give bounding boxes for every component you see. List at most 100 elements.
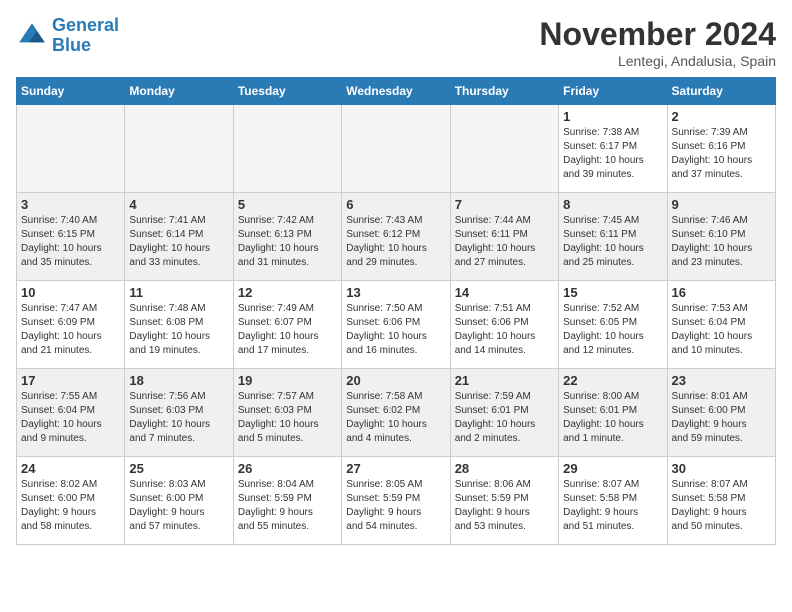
- day-info: Sunrise: 7:40 AM Sunset: 6:15 PM Dayligh…: [21, 214, 120, 270]
- day-info: Sunrise: 7:47 AM Sunset: 6:09 PM Dayligh…: [21, 302, 120, 358]
- logo-line1: General: [52, 15, 119, 35]
- day-info: Sunrise: 7:56 AM Sunset: 6:03 PM Dayligh…: [129, 390, 228, 446]
- header-cell-saturday: Saturday: [667, 78, 775, 105]
- day-number: 19: [238, 373, 337, 388]
- day-cell: [342, 105, 450, 193]
- day-number: 14: [455, 285, 554, 300]
- header-cell-friday: Friday: [559, 78, 667, 105]
- day-number: 17: [21, 373, 120, 388]
- header: General Blue November 2024 Lentegi, Anda…: [16, 16, 776, 69]
- day-number: 30: [672, 461, 771, 476]
- day-number: 11: [129, 285, 228, 300]
- header-cell-thursday: Thursday: [450, 78, 558, 105]
- day-cell: 21 Sunrise: 7:59 AM Sunset: 6:01 PM Dayli…: [450, 369, 558, 457]
- day-number: 12: [238, 285, 337, 300]
- day-info: Sunrise: 7:57 AM Sunset: 6:03 PM Dayligh…: [238, 390, 337, 446]
- day-number: 15: [563, 285, 662, 300]
- day-number: 10: [21, 285, 120, 300]
- day-number: 23: [672, 373, 771, 388]
- day-cell: 30 Sunrise: 8:07 AM Sunset: 5:58 PM Dayli…: [667, 457, 775, 545]
- day-cell: 28 Sunrise: 8:06 AM Sunset: 5:59 PM Dayli…: [450, 457, 558, 545]
- logo-text: General Blue: [52, 16, 119, 56]
- day-number: 26: [238, 461, 337, 476]
- logo-line2: Blue: [52, 35, 91, 55]
- day-cell: 18 Sunrise: 7:56 AM Sunset: 6:03 PM Dayli…: [125, 369, 233, 457]
- week-row-2: 3 Sunrise: 7:40 AM Sunset: 6:15 PM Daylig…: [17, 193, 776, 281]
- day-number: 20: [346, 373, 445, 388]
- day-cell: 3 Sunrise: 7:40 AM Sunset: 6:15 PM Daylig…: [17, 193, 125, 281]
- location: Lentegi, Andalusia, Spain: [539, 53, 776, 69]
- header-cell-monday: Monday: [125, 78, 233, 105]
- day-cell: 2Sunrise: 7:39 AM Sunset: 6:16 PM Daylig…: [667, 105, 775, 193]
- day-cell: 24Sunrise: 8:02 AM Sunset: 6:00 PM Dayli…: [17, 457, 125, 545]
- day-info: Sunrise: 8:03 AM Sunset: 6:00 PM Dayligh…: [129, 478, 228, 534]
- day-info: Sunrise: 7:41 AM Sunset: 6:14 PM Dayligh…: [129, 214, 228, 270]
- day-cell: 25 Sunrise: 8:03 AM Sunset: 6:00 PM Dayli…: [125, 457, 233, 545]
- day-info: Sunrise: 7:55 AM Sunset: 6:04 PM Dayligh…: [21, 390, 120, 446]
- day-info: Sunrise: 8:05 AM Sunset: 5:59 PM Dayligh…: [346, 478, 445, 534]
- day-cell: [450, 105, 558, 193]
- day-cell: 11 Sunrise: 7:48 AM Sunset: 6:08 PM Dayli…: [125, 281, 233, 369]
- day-number: 6: [346, 197, 445, 212]
- day-cell: 12Sunrise: 7:49 AM Sunset: 6:07 PM Dayli…: [233, 281, 341, 369]
- day-info: Sunrise: 7:45 AM Sunset: 6:11 PM Dayligh…: [563, 214, 662, 270]
- day-info: Sunrise: 7:43 AM Sunset: 6:12 PM Dayligh…: [346, 214, 445, 270]
- header-cell-wednesday: Wednesday: [342, 78, 450, 105]
- day-cell: 20Sunrise: 7:58 AM Sunset: 6:02 PM Dayli…: [342, 369, 450, 457]
- day-info: Sunrise: 8:07 AM Sunset: 5:58 PM Dayligh…: [563, 478, 662, 534]
- day-cell: 23 Sunrise: 8:01 AM Sunset: 6:00 PM Dayli…: [667, 369, 775, 457]
- day-number: 7: [455, 197, 554, 212]
- day-cell: 9Sunrise: 7:46 AM Sunset: 6:10 PM Daylig…: [667, 193, 775, 281]
- day-number: 1: [563, 109, 662, 124]
- day-info: Sunrise: 8:00 AM Sunset: 6:01 PM Dayligh…: [563, 390, 662, 446]
- day-cell: [17, 105, 125, 193]
- day-number: 25: [129, 461, 228, 476]
- month-title: November 2024: [539, 16, 776, 53]
- header-cell-tuesday: Tuesday: [233, 78, 341, 105]
- day-cell: 17 Sunrise: 7:55 AM Sunset: 6:04 PM Dayli…: [17, 369, 125, 457]
- day-cell: 1 Sunrise: 7:38 AM Sunset: 6:17 PM Daylig…: [559, 105, 667, 193]
- day-number: 16: [672, 285, 771, 300]
- day-number: 21: [455, 373, 554, 388]
- day-info: Sunrise: 7:42 AM Sunset: 6:13 PM Dayligh…: [238, 214, 337, 270]
- day-info: Sunrise: 8:01 AM Sunset: 6:00 PM Dayligh…: [672, 390, 771, 446]
- day-number: 22: [563, 373, 662, 388]
- day-number: 5: [238, 197, 337, 212]
- day-cell: 22 Sunrise: 8:00 AM Sunset: 6:01 PM Dayli…: [559, 369, 667, 457]
- day-info: Sunrise: 7:50 AM Sunset: 6:06 PM Dayligh…: [346, 302, 445, 358]
- day-info: Sunrise: 8:07 AM Sunset: 5:58 PM Dayligh…: [672, 478, 771, 534]
- day-cell: 16Sunrise: 7:53 AM Sunset: 6:04 PM Dayli…: [667, 281, 775, 369]
- day-number: 9: [672, 197, 771, 212]
- day-cell: 7 Sunrise: 7:44 AM Sunset: 6:11 PM Daylig…: [450, 193, 558, 281]
- day-number: 18: [129, 373, 228, 388]
- week-row-3: 10 Sunrise: 7:47 AM Sunset: 6:09 PM Dayli…: [17, 281, 776, 369]
- day-info: Sunrise: 7:39 AM Sunset: 6:16 PM Dayligh…: [672, 126, 771, 182]
- day-cell: 15 Sunrise: 7:52 AM Sunset: 6:05 PM Dayli…: [559, 281, 667, 369]
- header-cell-sunday: Sunday: [17, 78, 125, 105]
- day-number: 8: [563, 197, 662, 212]
- day-cell: 26 Sunrise: 8:04 AM Sunset: 5:59 PM Dayli…: [233, 457, 341, 545]
- day-info: Sunrise: 7:52 AM Sunset: 6:05 PM Dayligh…: [563, 302, 662, 358]
- day-cell: 5 Sunrise: 7:42 AM Sunset: 6:13 PM Daylig…: [233, 193, 341, 281]
- week-row-1: 1 Sunrise: 7:38 AM Sunset: 6:17 PM Daylig…: [17, 105, 776, 193]
- day-info: Sunrise: 8:06 AM Sunset: 5:59 PM Dayligh…: [455, 478, 554, 534]
- calendar-table: SundayMondayTuesdayWednesdayThursdayFrid…: [16, 77, 776, 545]
- day-info: Sunrise: 7:44 AM Sunset: 6:11 PM Dayligh…: [455, 214, 554, 270]
- day-cell: 6 Sunrise: 7:43 AM Sunset: 6:12 PM Daylig…: [342, 193, 450, 281]
- day-info: Sunrise: 8:02 AM Sunset: 6:00 PM Dayligh…: [21, 478, 120, 534]
- day-number: 27: [346, 461, 445, 476]
- day-cell: 29 Sunrise: 8:07 AM Sunset: 5:58 PM Dayli…: [559, 457, 667, 545]
- day-cell: 8 Sunrise: 7:45 AM Sunset: 6:11 PM Daylig…: [559, 193, 667, 281]
- day-info: Sunrise: 7:59 AM Sunset: 6:01 PM Dayligh…: [455, 390, 554, 446]
- day-info: Sunrise: 7:38 AM Sunset: 6:17 PM Dayligh…: [563, 126, 662, 182]
- day-info: Sunrise: 7:48 AM Sunset: 6:08 PM Dayligh…: [129, 302, 228, 358]
- day-number: 29: [563, 461, 662, 476]
- day-cell: 4Sunrise: 7:41 AM Sunset: 6:14 PM Daylig…: [125, 193, 233, 281]
- day-number: 28: [455, 461, 554, 476]
- day-info: Sunrise: 8:04 AM Sunset: 5:59 PM Dayligh…: [238, 478, 337, 534]
- day-number: 13: [346, 285, 445, 300]
- title-area: November 2024 Lentegi, Andalusia, Spain: [539, 16, 776, 69]
- day-number: 3: [21, 197, 120, 212]
- logo-icon: [16, 20, 48, 52]
- day-cell: 10 Sunrise: 7:47 AM Sunset: 6:09 PM Dayli…: [17, 281, 125, 369]
